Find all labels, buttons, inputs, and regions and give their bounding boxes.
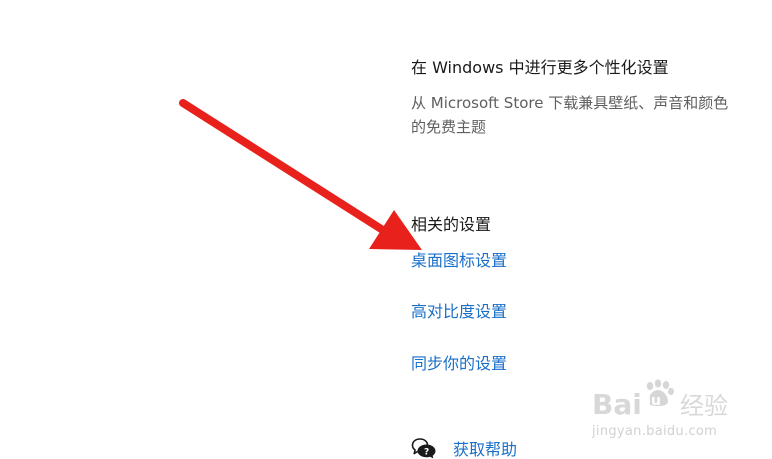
desktop-icon-settings-link[interactable]: 桌面图标设置 [411, 247, 507, 271]
high-contrast-settings-link[interactable]: 高对比度设置 [411, 298, 507, 322]
svg-text:?: ? [424, 448, 429, 458]
svg-text:du: du [641, 393, 661, 409]
baidu-logo-icon: Bai du 经验 [592, 379, 728, 421]
get-help-label: 获取帮助 [453, 440, 518, 459]
chat-help-icon: ? [411, 437, 437, 459]
watermark-url: jingyan.baidu.com [592, 424, 718, 439]
baidu-jingyan-watermark: Bai du 经验 jingyan.baidu.com [588, 374, 738, 444]
related-settings-heading: 相关的设置 [411, 215, 492, 234]
sync-settings-link[interactable]: 同步你的设置 [411, 350, 507, 374]
get-help-link[interactable]: ? 获取帮助 [411, 436, 517, 459]
svg-text:Bai: Bai [592, 388, 642, 421]
personalize-description: 从 Microsoft Store 下载兼具壁纸、声音和颜色的免费主题 [411, 94, 729, 136]
settings-themes-page: 在 Windows 中进行更多个性化设置 从 Microsoft Store 下… [0, 0, 772, 459]
svg-text:经验: 经验 [680, 392, 728, 420]
personalize-title: 在 Windows 中进行更多个性化设置 [411, 58, 669, 77]
